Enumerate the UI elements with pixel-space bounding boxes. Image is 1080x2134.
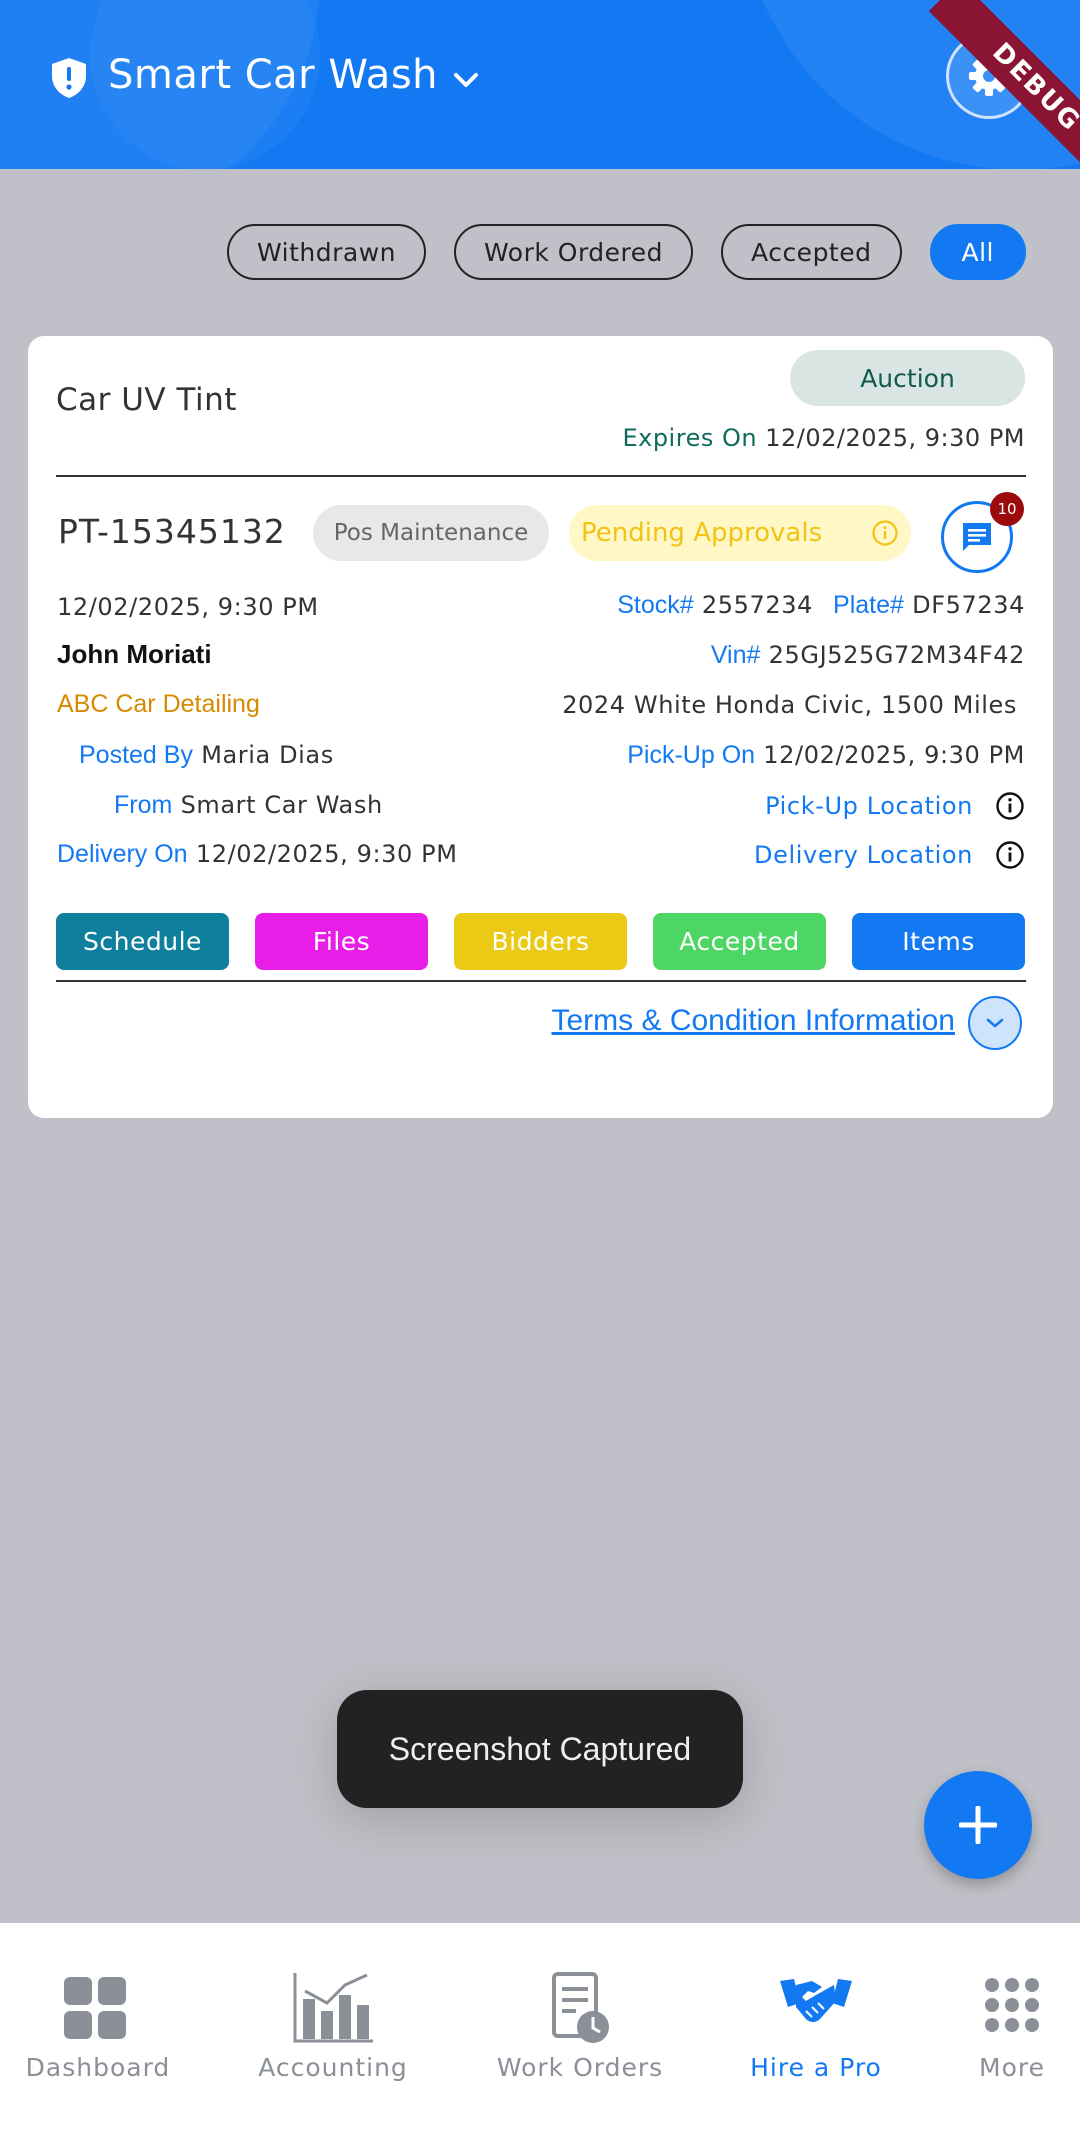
job-action-buttons: Schedule Files Bidders Accepted Items: [56, 913, 1025, 970]
status-badge[interactable]: Pending Approvals: [569, 505, 911, 561]
nav-work-orders[interactable]: Work Orders: [480, 1923, 680, 2134]
posted-by: Posted By Maria Dias: [79, 741, 334, 770]
vendor-name: ABC Car Detailing: [57, 690, 260, 718]
stock-number: Stock# 2557234: [617, 591, 813, 620]
delivery-location-info-icon[interactable]: [995, 840, 1025, 870]
plate-number: Plate# DF57234: [833, 591, 1025, 620]
nav-label: Work Orders: [496, 2053, 664, 2082]
divider: [56, 980, 1026, 982]
job-title: Car UV Tint: [56, 382, 237, 418]
vehicle-description: 2024 White Honda Civic, 1500 Miles: [562, 691, 1017, 719]
nav-label: More: [979, 2053, 1045, 2082]
dashboard-icon: [64, 1977, 126, 2039]
app-header: Smart Car Wash DEBUG: [0, 0, 1080, 169]
nav-accounting[interactable]: Accounting: [233, 1923, 433, 2134]
filter-accepted[interactable]: Accepted: [721, 224, 902, 280]
expires-on: Expires On 12/02/2025, 9:30 PM: [622, 424, 1025, 452]
job-date: 12/02/2025, 9:30 PM: [57, 593, 319, 621]
toast-message: Screenshot Captured: [337, 1690, 743, 1808]
plate-label: Plate#: [833, 591, 904, 619]
pickup-value: 12/02/2025, 9:30 PM: [763, 741, 1025, 769]
delivery-label: Delivery On: [57, 840, 188, 868]
from-label: From: [114, 791, 173, 819]
chevron-down-icon[interactable]: [452, 70, 480, 90]
pickup-location-info-icon[interactable]: [995, 791, 1025, 821]
shield-alert-icon: [52, 58, 86, 98]
from-business: From Smart Car Wash: [114, 791, 383, 820]
items-button[interactable]: Items: [852, 913, 1025, 970]
nav-more[interactable]: More: [912, 1923, 1080, 2134]
filter-all[interactable]: All: [929, 224, 1026, 280]
files-button[interactable]: Files: [255, 913, 428, 970]
delivery-on: Delivery On 12/02/2025, 9:30 PM: [57, 840, 458, 869]
chevron-down-icon: [986, 1018, 1004, 1028]
filter-work-ordered[interactable]: Work Ordered: [454, 224, 694, 280]
pickup-on: Pick-Up On 12/02/2025, 9:30 PM: [627, 741, 1025, 770]
status-badge-label: Pending Approvals: [581, 518, 823, 548]
business-selector-title[interactable]: Smart Car Wash: [108, 52, 438, 98]
plus-icon: [959, 1806, 997, 1844]
job-id: PT-15345132: [58, 512, 286, 551]
from-value: Smart Car Wash: [180, 791, 383, 819]
nav-hire-a-pro[interactable]: Hire a Pro: [716, 1923, 916, 2134]
accounting-chart-icon: [293, 1973, 373, 2043]
vin-number: Vin# 25GJ525G72M34F42: [711, 641, 1025, 670]
pickup-location-label[interactable]: Pick-Up Location: [765, 792, 973, 820]
posted-by-value: Maria Dias: [201, 741, 334, 769]
delivery-location-label[interactable]: Delivery Location: [754, 841, 973, 869]
add-job-button[interactable]: [924, 1771, 1032, 1879]
status-filter-bar: Withdrawn Work Ordered Accepted All: [227, 224, 1026, 280]
expires-label: Expires On: [622, 424, 758, 452]
filter-withdrawn[interactable]: Withdrawn: [227, 224, 427, 280]
chat-icon: [963, 523, 991, 551]
nav-label: Dashboard: [25, 2053, 171, 2082]
stock-value: 2557234: [701, 591, 813, 619]
nav-dashboard[interactable]: Dashboard: [0, 1923, 198, 2134]
auction-badge: Auction: [790, 350, 1025, 406]
schedule-button[interactable]: Schedule: [56, 913, 229, 970]
nav-label: Accounting: [258, 2053, 408, 2082]
work-orders-icon: [552, 1972, 609, 2043]
divider: [56, 475, 1026, 477]
delivery-value: 12/02/2025, 9:30 PM: [195, 840, 458, 868]
bottom-navigation: Dashboard Accounting Work Orders Hire a …: [0, 1923, 1080, 2134]
more-grid-icon: [985, 1978, 1039, 2032]
customer-name: John Moriati: [57, 639, 212, 669]
vin-value: 25GJ525G72M34F42: [768, 641, 1025, 669]
posted-by-label: Posted By: [79, 741, 193, 769]
terms-condition-link[interactable]: Terms & Condition Information: [551, 1004, 955, 1038]
info-icon: [872, 520, 898, 546]
category-badge: Pos Maintenance: [313, 505, 549, 561]
expires-value: 12/02/2025, 9:30 PM: [765, 424, 1025, 452]
stock-label: Stock#: [617, 591, 694, 619]
plate-value: DF57234: [912, 591, 1025, 619]
nav-label: Hire a Pro: [750, 2053, 882, 2082]
message-count-badge: 10: [990, 492, 1024, 526]
handshake-icon: [780, 1979, 852, 2022]
pickup-label: Pick-Up On: [627, 741, 756, 769]
vin-label: Vin#: [710, 641, 761, 669]
job-card[interactable]: Car UV Tint Auction Expires On 12/02/202…: [28, 336, 1053, 1118]
terms-expand-button[interactable]: [968, 996, 1022, 1050]
accepted-button[interactable]: Accepted: [653, 913, 826, 970]
bidders-button[interactable]: Bidders: [454, 913, 627, 970]
